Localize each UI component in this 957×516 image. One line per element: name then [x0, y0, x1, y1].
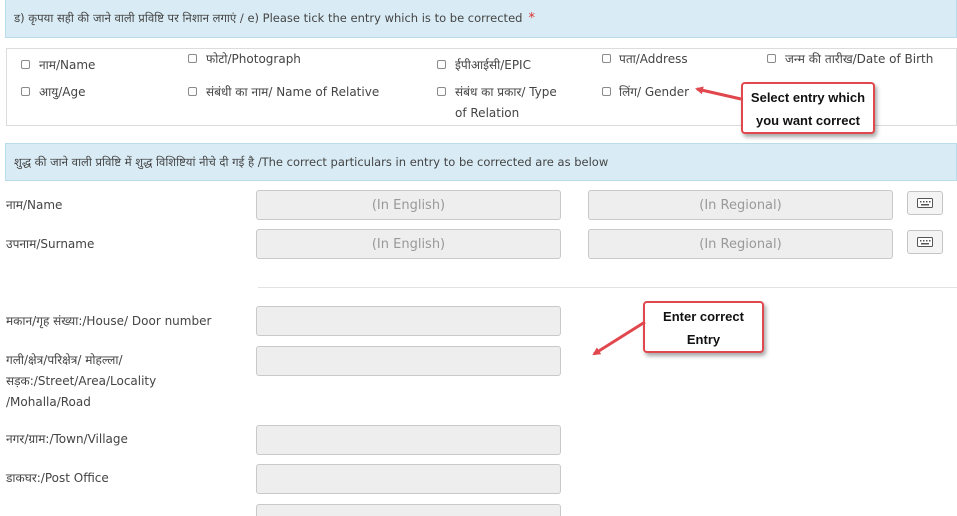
select-entry-arrow: [695, 86, 742, 101]
callout-arrows: [592, 86, 742, 356]
enter-correct-arrow: [592, 320, 646, 356]
